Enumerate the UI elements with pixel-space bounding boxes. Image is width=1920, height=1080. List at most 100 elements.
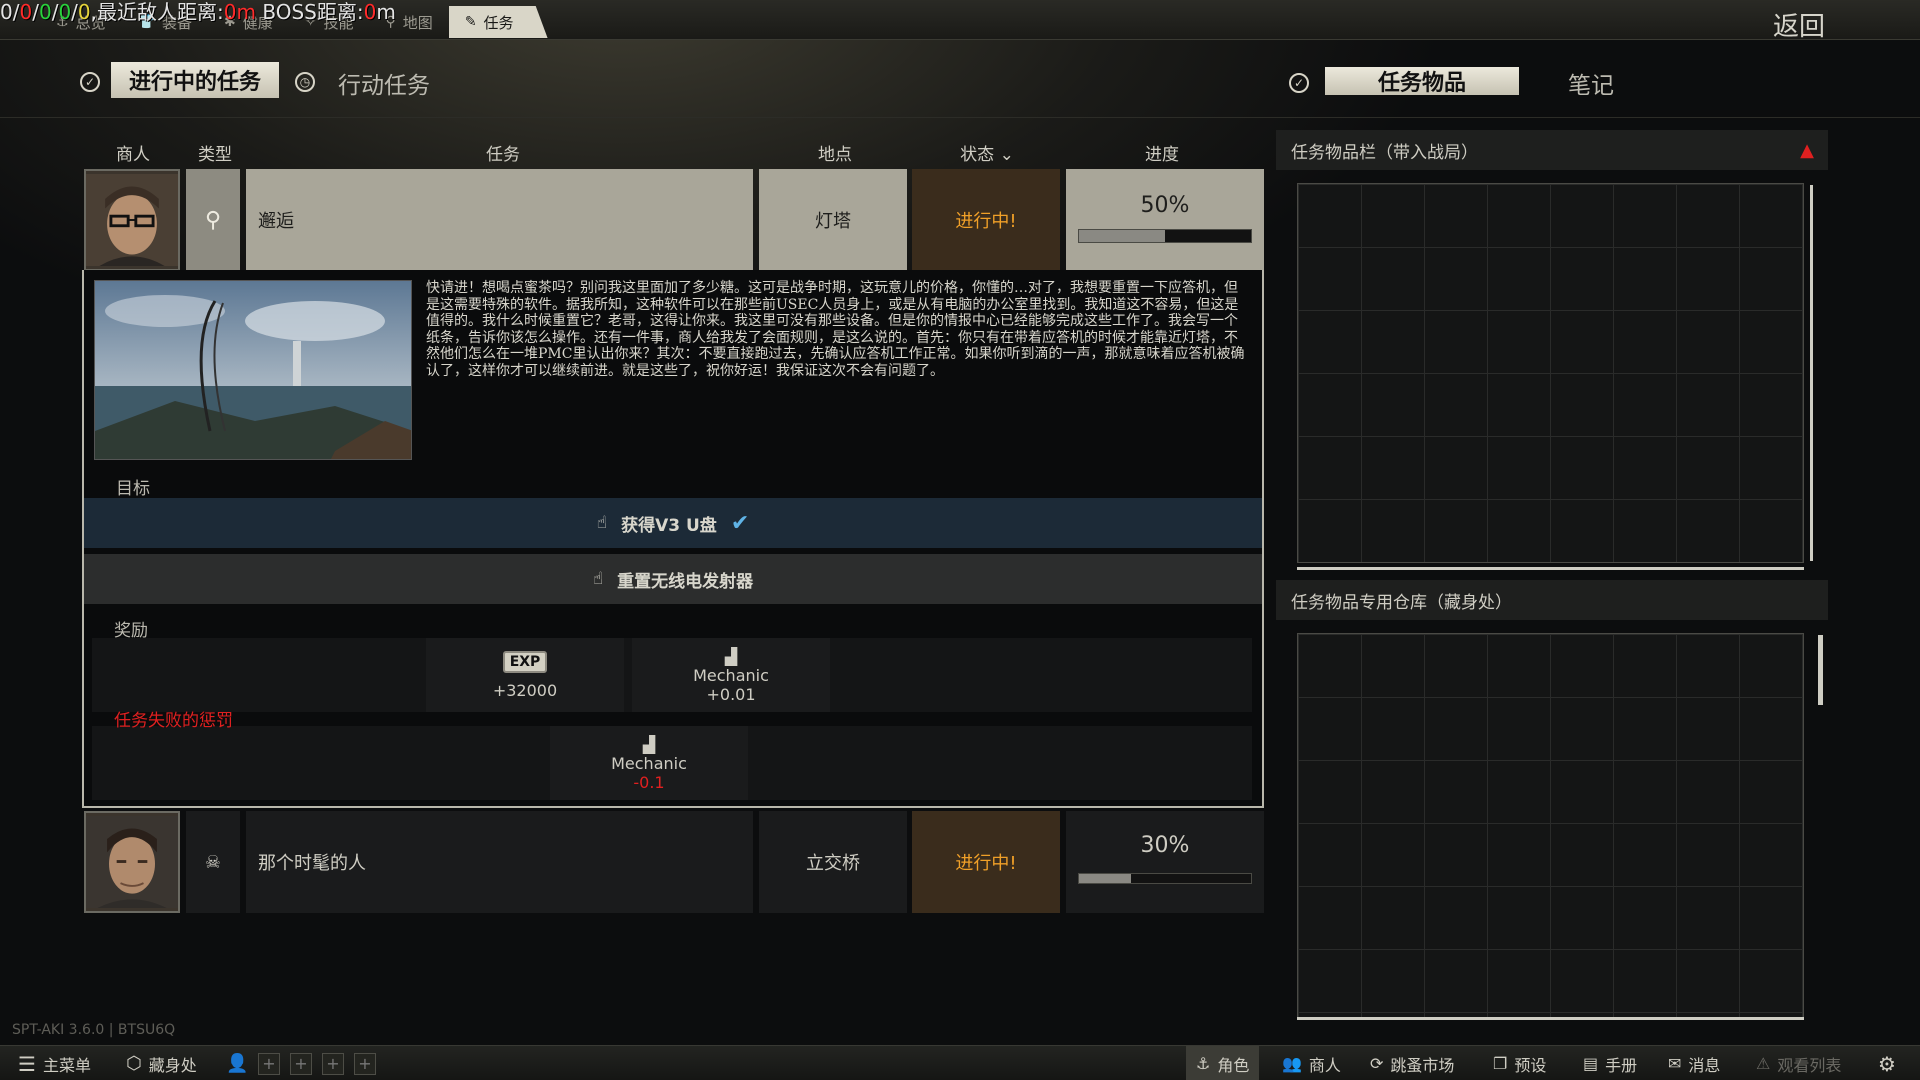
tab-tasks[interactable]: ✎ 任务 bbox=[448, 6, 548, 38]
quest-description: 快请进！想喝点蜜茶吗？别问我这里面加了多少糖。这可是战争时期，这玩意儿的价格，你… bbox=[426, 280, 1245, 379]
bottom-bar: ☰ 主菜单 ⬡ 藏身处 👤 + + + + ⚓ 角色 👥 商人 ⟳ 跳蚤市场 ❐ 预设 ▤ 手… bbox=[0, 1045, 1920, 1080]
traders-button[interactable]: 👥 商人 bbox=[1282, 1046, 1341, 1080]
messages-button[interactable]: ✉ 消息 bbox=[1668, 1046, 1720, 1080]
skill-bars-icon: ▟ bbox=[724, 646, 738, 666]
quest-progress-cell: 30% bbox=[1066, 811, 1264, 913]
reward-exp-value: +32000 bbox=[492, 680, 558, 700]
quick-slot-2[interactable]: + bbox=[290, 1052, 312, 1075]
hideout-storage-hscrollbar[interactable] bbox=[1297, 1017, 1804, 1020]
column-trader[interactable]: 商人 bbox=[112, 140, 154, 165]
version-label: SPT-AKI 3.6.0 | BTSU6Q bbox=[12, 1022, 176, 1038]
debug-overlay: 0/0/0/0/0,最近敌人距离:0m BOSS距离:0m bbox=[0, 0, 396, 24]
quick-slot-1[interactable]: + bbox=[258, 1052, 280, 1075]
trader-portrait bbox=[86, 816, 178, 908]
lighthouse-landscape bbox=[95, 281, 411, 459]
watchlist-button[interactable]: ⚠ 观看列表 bbox=[1756, 1046, 1841, 1080]
stash-grid[interactable] bbox=[1297, 183, 1804, 563]
clock-icon: ◷ bbox=[295, 72, 315, 92]
check-circle-icon: ✓ bbox=[1289, 73, 1309, 93]
quest-name[interactable]: 邂逅 bbox=[246, 169, 753, 271]
traders-icon: 👥 bbox=[1282, 1054, 1302, 1073]
progress-fill bbox=[1079, 230, 1165, 242]
quest-location: 灯塔 bbox=[759, 169, 907, 271]
back-button[interactable]: 返回 bbox=[1773, 6, 1825, 43]
refresh-icon: ⟳ bbox=[1370, 1054, 1384, 1073]
penalty-row: ▟ Mechanic -0.1 bbox=[92, 726, 1252, 800]
handbook-icon: ▤ bbox=[1583, 1054, 1599, 1073]
sub-header: ✓ 进行中的任务 ◷ 行动任务 ✓ 任务物品 笔记 bbox=[0, 42, 1920, 118]
reward-skill-name: Mechanic bbox=[693, 665, 769, 685]
trader-avatar-mechanic[interactable] bbox=[84, 169, 180, 271]
quest-progress-cell: 50% bbox=[1066, 169, 1264, 271]
column-quest[interactable]: 任务 bbox=[480, 140, 526, 165]
reward-exp[interactable]: EXP +32000 bbox=[426, 638, 624, 712]
message-icon: ✉ bbox=[1668, 1054, 1682, 1073]
settings-button[interactable]: ⚙ bbox=[1878, 1046, 1896, 1080]
quick-slots: + + + + bbox=[258, 1046, 376, 1080]
presets-button[interactable]: ❐ 预设 bbox=[1493, 1046, 1546, 1080]
stash-scrollbar[interactable] bbox=[1810, 185, 1813, 561]
hideout-button[interactable]: ⬡ 藏身处 bbox=[126, 1046, 197, 1080]
quest-type-cell: ⚲ bbox=[186, 169, 240, 271]
quest-location-image bbox=[94, 280, 412, 460]
handbook-button[interactable]: ▤ 手册 bbox=[1583, 1046, 1637, 1080]
reward-skill[interactable]: ▟ Mechanic +0.01 bbox=[632, 638, 830, 712]
column-location[interactable]: 地点 bbox=[815, 140, 855, 165]
skill-bars-icon: ▟ bbox=[642, 734, 656, 754]
quest-progress-bar bbox=[1078, 873, 1252, 884]
quest-progress-text: 30% bbox=[1140, 833, 1190, 858]
quest-items-stash-panel: 任务物品栏（带入战局） ▲ bbox=[1276, 130, 1828, 570]
quest-name[interactable]: 那个时髦的人 bbox=[246, 811, 753, 913]
quest-items-button[interactable]: 任务物品 bbox=[1325, 67, 1519, 96]
progress-fill bbox=[1079, 874, 1131, 883]
quick-slot-4[interactable]: + bbox=[354, 1052, 376, 1075]
check-icon: ✔ bbox=[730, 510, 750, 536]
quest-type-cell: ☠ bbox=[186, 811, 240, 913]
gear-icon: ⚙ bbox=[1878, 1051, 1896, 1076]
warning-icon: ⚠ bbox=[1756, 1054, 1771, 1073]
column-status[interactable]: 状态 ⌄ bbox=[957, 140, 1017, 165]
stash-title: 任务物品栏（带入战局） ▲ bbox=[1276, 130, 1828, 170]
anchor-icon: ⚓ bbox=[1196, 1054, 1211, 1073]
quest-status: 进行中! bbox=[912, 811, 1060, 913]
flea-market-button[interactable]: ⟳ 跳蚤市场 bbox=[1370, 1046, 1454, 1080]
active-quests-button[interactable]: 进行中的任务 bbox=[111, 62, 279, 98]
presets-icon: ❐ bbox=[1493, 1054, 1508, 1073]
edit-icon: ✎ bbox=[464, 14, 477, 30]
reward-skill-value: +0.01 bbox=[706, 684, 756, 704]
pointer-hand-icon: ☝ bbox=[596, 513, 608, 533]
quest-row-1[interactable]: ⚲ 邂逅 灯塔 进行中! 50% bbox=[82, 169, 1264, 271]
penalty-skill[interactable]: ▟ Mechanic -0.1 bbox=[550, 726, 748, 800]
exp-badge-icon: EXP bbox=[502, 650, 548, 673]
penalty-skill-value: -0.1 bbox=[633, 772, 665, 792]
penalty-skill-name: Mechanic bbox=[611, 753, 687, 773]
hideout-storage-scrollbar[interactable] bbox=[1818, 635, 1823, 705]
quest-details-panel: 快请进！想喝点蜜茶吗？别问我这里面加了多少糖。这可是战争时期，这玩意儿的价格，你… bbox=[82, 270, 1264, 808]
character-button[interactable]: ⚓ 角色 bbox=[1186, 1046, 1260, 1080]
column-progress[interactable]: 进度 bbox=[1142, 140, 1182, 165]
trader-avatar-mechanic-2[interactable] bbox=[84, 811, 180, 913]
objective-2[interactable]: ☝ 重置无线电发射器 bbox=[84, 554, 1262, 604]
chevron-down-icon: ⌄ bbox=[999, 145, 1014, 165]
hideout-storage-title: 任务物品专用仓库（藏身处） bbox=[1276, 580, 1828, 620]
pointer-hand-icon: ☝ bbox=[592, 569, 604, 589]
hideout-storage-grid[interactable] bbox=[1297, 633, 1804, 1018]
quest-row-2[interactable]: ☠ 那个时髦的人 立交桥 进行中! 30% bbox=[82, 811, 1264, 913]
objective-1[interactable]: ☝ 获得V3 U盘 ✔ bbox=[84, 498, 1262, 548]
notes-button[interactable]: 笔记 bbox=[1568, 66, 1614, 100]
quest-progress-text: 50% bbox=[1140, 193, 1190, 218]
penalty-label: 任务失败的惩罚 bbox=[114, 711, 233, 731]
operation-quests-button[interactable]: 行动任务 bbox=[338, 66, 430, 100]
search-icon: ⚲ bbox=[204, 207, 222, 233]
quick-slot-3[interactable]: + bbox=[322, 1052, 344, 1075]
profile-icon-button[interactable]: 👤 bbox=[226, 1046, 248, 1080]
user-icon: 👤 bbox=[226, 1053, 249, 1074]
warning-icon: ▲ bbox=[1800, 139, 1814, 161]
stash-hscrollbar[interactable] bbox=[1297, 567, 1804, 570]
objectives-label: 目标 bbox=[116, 479, 150, 499]
column-type[interactable]: 类型 bbox=[194, 140, 236, 165]
menu-icon: ☰ bbox=[18, 1051, 36, 1076]
quest-location: 立交桥 bbox=[759, 811, 907, 913]
main-menu-button[interactable]: ☰ 主菜单 bbox=[18, 1046, 91, 1080]
check-circle-icon: ✓ bbox=[80, 72, 100, 92]
